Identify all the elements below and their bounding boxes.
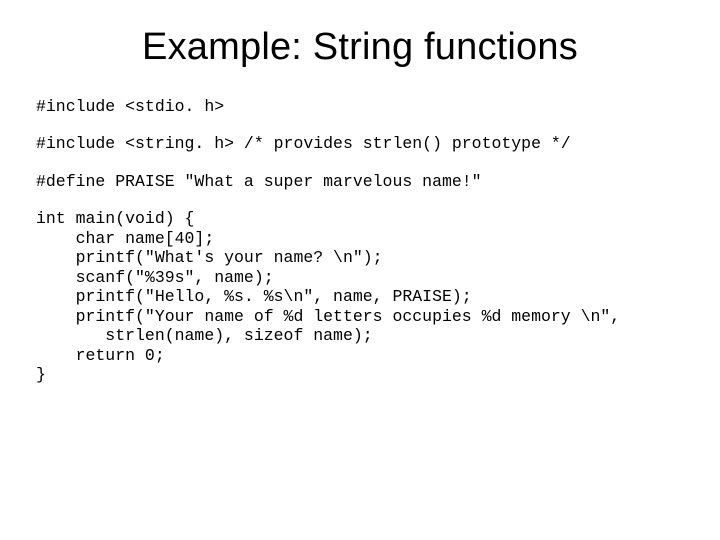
slide-title: Example: String functions <box>36 26 684 69</box>
code-main-function: int main(void) { char name[40]; printf("… <box>36 209 684 384</box>
code-include-stdio: #include <stdio. h> <box>36 97 684 116</box>
code-define-praise: #define PRAISE "What a super marvelous n… <box>36 172 684 191</box>
code-include-string: #include <string. h> /* provides strlen(… <box>36 134 684 153</box>
slide: Example: String functions #include <stdi… <box>0 0 720 540</box>
